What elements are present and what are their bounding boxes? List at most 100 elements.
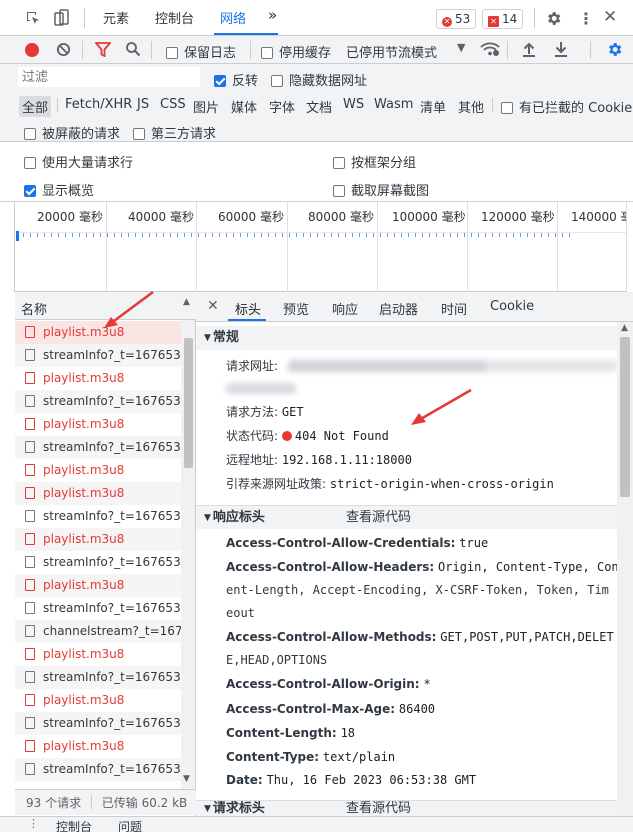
type-filter-doc[interactable]: 文档 bbox=[303, 96, 335, 117]
checkbox-box[interactable] bbox=[333, 157, 345, 169]
warnings-badge[interactable]: ✕ 53 bbox=[436, 9, 477, 29]
settings-gear-icon[interactable] bbox=[545, 10, 562, 30]
invert-checkbox[interactable]: 反转 bbox=[214, 70, 258, 89]
type-filter-other[interactable]: 其他 bbox=[455, 96, 487, 117]
filter-icon[interactable] bbox=[94, 42, 112, 60]
request-row[interactable]: playlist.m3u8 bbox=[15, 367, 181, 390]
request-url-redacted bbox=[288, 360, 618, 372]
tab-elements[interactable]: 元素 bbox=[103, 8, 129, 27]
checkbox-box[interactable] bbox=[24, 157, 36, 169]
checkbox-box[interactable] bbox=[333, 185, 345, 197]
type-filter-img[interactable]: 图片 bbox=[190, 96, 222, 117]
blocked-requests-checkbox[interactable]: 被屏蔽的请求 bbox=[24, 123, 120, 142]
tab-initiator[interactable]: 启动器 bbox=[379, 299, 418, 318]
request-row[interactable]: streamInfo?_t=1676530 bbox=[15, 505, 181, 528]
checkbox-box[interactable] bbox=[214, 75, 226, 87]
request-headers-section-header[interactable]: ▼ 请求标头 查看源代码 bbox=[196, 800, 617, 816]
checkbox-box[interactable] bbox=[24, 128, 36, 140]
export-har-icon[interactable] bbox=[554, 41, 568, 60]
request-row[interactable]: streamInfo?_t=1676530 bbox=[15, 712, 181, 735]
type-filter-media[interactable]: 媒体 bbox=[228, 96, 260, 117]
errors-badge[interactable]: ✕ 14 bbox=[482, 9, 524, 29]
type-filter-manifest[interactable]: 清单 bbox=[417, 96, 449, 117]
scrollbar-thumb[interactable] bbox=[620, 337, 630, 497]
request-row[interactable]: channelstream?_t=167. bbox=[15, 620, 181, 643]
checkbox-box[interactable] bbox=[166, 47, 178, 59]
drawer-tab-issues[interactable]: 问题 bbox=[118, 818, 142, 832]
request-row[interactable]: playlist.m3u8 bbox=[15, 574, 181, 597]
request-row[interactable]: playlist.m3u8 bbox=[15, 643, 181, 666]
drawer-kebab-icon[interactable]: ⋮ bbox=[28, 817, 39, 830]
close-icon[interactable]: ✕ bbox=[603, 7, 617, 27]
response-headers-section-header[interactable]: ▼ 响应标头 查看源代码 bbox=[196, 505, 617, 529]
general-section-header[interactable]: ▼ 常规 bbox=[196, 326, 617, 350]
record-icon[interactable] bbox=[25, 43, 39, 57]
capture-screenshots-checkbox[interactable]: 截取屏幕截图 bbox=[333, 180, 429, 199]
scroll-down-icon[interactable]: ▼ bbox=[183, 774, 190, 784]
chevron-down-icon[interactable]: ▼ bbox=[457, 41, 465, 54]
request-row[interactable]: playlist.m3u8 bbox=[15, 459, 181, 482]
large-rows-checkbox[interactable]: 使用大量请求行 bbox=[24, 152, 133, 171]
request-row[interactable]: playlist.m3u8 bbox=[15, 735, 181, 758]
network-settings-gear-icon[interactable] bbox=[606, 41, 623, 61]
checkbox-box[interactable] bbox=[261, 47, 273, 59]
request-row[interactable]: streamInfo?_t=1676530 bbox=[15, 390, 181, 413]
inspect-element-icon[interactable] bbox=[25, 10, 41, 29]
third-party-checkbox[interactable]: 第三方请求 bbox=[133, 123, 216, 142]
overview-resizer[interactable] bbox=[626, 202, 633, 292]
more-tabs-icon[interactable]: » bbox=[268, 6, 277, 24]
request-row[interactable]: streamInfo?_t=1676530 bbox=[15, 344, 181, 367]
tab-preview[interactable]: 预览 bbox=[283, 299, 309, 318]
request-row[interactable]: playlist.m3u8 bbox=[15, 482, 181, 505]
throttling-select[interactable]: 已停用节流模式 bbox=[346, 42, 437, 61]
checkbox-box[interactable] bbox=[271, 75, 283, 87]
hide-data-urls-checkbox[interactable]: 隐藏数据网址 bbox=[271, 70, 367, 89]
type-filter-font[interactable]: 字体 bbox=[266, 96, 298, 117]
tab-network[interactable]: 网络 bbox=[220, 8, 246, 27]
type-filter-css[interactable]: CSS bbox=[157, 96, 189, 113]
request-row[interactable]: streamInfo?_t=1676530 bbox=[15, 551, 181, 574]
scroll-up-icon[interactable]: ▲ bbox=[621, 323, 628, 333]
request-row[interactable]: streamInfo?_t=1676530 bbox=[15, 597, 181, 620]
scroll-up-icon[interactable]: ▲ bbox=[183, 297, 190, 307]
view-source-link[interactable]: 查看源代码 bbox=[346, 506, 411, 530]
filter-input[interactable] bbox=[18, 67, 200, 87]
tab-cookies[interactable]: Cookie bbox=[490, 299, 534, 314]
blocked-cookies-checkbox[interactable]: 有已拦截的 Cookie bbox=[501, 97, 632, 116]
type-filter-js[interactable]: JS bbox=[134, 96, 152, 113]
checkbox-box[interactable] bbox=[133, 128, 145, 140]
request-row[interactable]: playlist.m3u8 bbox=[15, 413, 181, 436]
drawer-tab-console[interactable]: 控制台 bbox=[56, 818, 92, 832]
close-details-icon[interactable]: ✕ bbox=[207, 298, 219, 314]
request-row[interactable]: streamInfo?_t=1676530 bbox=[15, 758, 181, 781]
request-row[interactable]: playlist.m3u8 bbox=[15, 689, 181, 712]
show-overview-checkbox[interactable]: 显示概览 bbox=[24, 180, 94, 199]
network-conditions-icon[interactable] bbox=[480, 41, 500, 60]
type-filter-wasm[interactable]: Wasm bbox=[371, 96, 416, 113]
scrollbar-thumb[interactable] bbox=[184, 338, 193, 468]
type-filter-all[interactable]: 全部 bbox=[19, 96, 52, 117]
preserve-log-checkbox[interactable]: 保留日志 bbox=[166, 42, 236, 61]
disable-cache-checkbox[interactable]: 停用缓存 bbox=[261, 42, 331, 61]
preserve-log-label: 保留日志 bbox=[184, 46, 237, 61]
type-filter-fetch-xhr[interactable]: Fetch/XHR bbox=[62, 96, 135, 113]
type-filter-ws[interactable]: WS bbox=[340, 96, 367, 113]
view-source-link[interactable]: 查看源代码 bbox=[346, 801, 411, 816]
import-har-icon[interactable] bbox=[522, 41, 536, 60]
search-icon[interactable] bbox=[125, 41, 141, 60]
tab-response[interactable]: 响应 bbox=[332, 299, 358, 318]
tab-headers[interactable]: 标头 bbox=[235, 299, 261, 318]
tab-timing[interactable]: 时间 bbox=[441, 299, 467, 318]
request-row[interactable]: playlist.m3u8 bbox=[15, 528, 181, 551]
request-row[interactable]: streamInfo?_t=1676530 bbox=[15, 436, 181, 459]
clear-icon[interactable] bbox=[56, 42, 71, 60]
request-row[interactable]: streamInfo?_t=1676530 bbox=[15, 666, 181, 689]
checkbox-box[interactable] bbox=[24, 185, 36, 197]
drawer-tab-bar: ⋮ 控制台 问题 bbox=[0, 816, 633, 832]
checkbox-box[interactable] bbox=[501, 102, 513, 114]
kebab-menu-icon[interactable]: ⋮ bbox=[578, 9, 594, 28]
timeline-overview[interactable]: 20000 毫秒 40000 毫秒 60000 毫秒 80000 毫秒 1000… bbox=[0, 202, 633, 292]
group-by-frame-checkbox[interactable]: 按框架分组 bbox=[333, 152, 416, 171]
tab-console[interactable]: 控制台 bbox=[155, 8, 194, 27]
device-toolbar-icon[interactable] bbox=[54, 9, 70, 30]
